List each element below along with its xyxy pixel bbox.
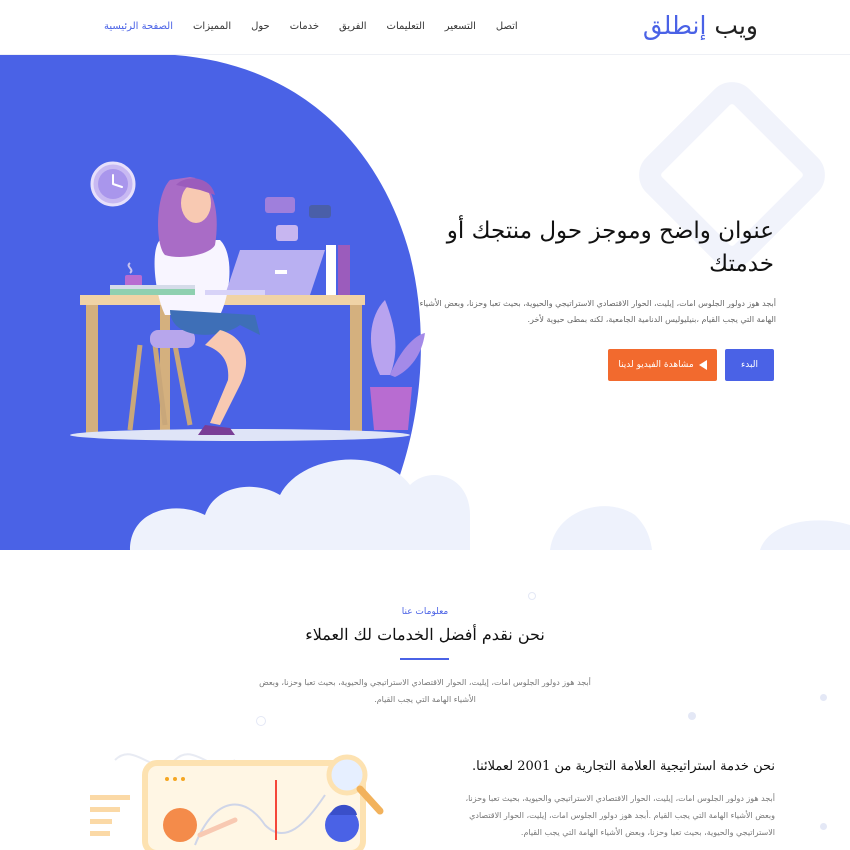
section-divider [400, 658, 449, 660]
nav-item-services[interactable]: خدمات [290, 21, 319, 32]
clock-icon [90, 161, 136, 207]
decor-dot [820, 694, 827, 701]
nav-item-about[interactable]: حول [251, 21, 270, 32]
nav-item-contact[interactable]: اتصل [496, 21, 518, 32]
hero-title: عنوان واضح وموجز حول منتجك أو خدمتك [446, 218, 774, 277]
nav-item-home[interactable]: الصفحة الرئيسية [104, 21, 173, 32]
nav-item-faq[interactable]: التعليمات [387, 21, 425, 32]
start-button[interactable]: البدء [725, 349, 774, 381]
section-title: نحن نقدم أفضل الخدمات لك العملاء [305, 625, 545, 644]
start-button-label: البدء [741, 360, 758, 370]
decor-dot [688, 712, 696, 720]
watch-video-button[interactable]: مشاهدة الفيديو لدينا [608, 349, 717, 381]
decor-dot [256, 716, 266, 726]
brand-part-2: إنطلق [642, 11, 707, 40]
hero-description: أبجد هوز دولور الجلوس امات، إيليت، الحوا… [419, 299, 776, 324]
feature-description: أبجد هوز دولور الجلوس امات، إيليت، الحوا… [465, 794, 775, 837]
play-icon [698, 360, 707, 370]
decor-dot [528, 592, 536, 600]
section-description: أبجد هوز دولور الجلوس امات، إيليت، الحوا… [259, 678, 591, 704]
section-subtitle: معلومات عنا [401, 607, 449, 617]
woman-at-desk-illustration [70, 161, 425, 441]
navbar: ويب إنطلق الصفحة الرئيسية المميزات حول خ… [0, 0, 850, 55]
analytics-illustration [90, 753, 384, 850]
watch-video-label: مشاهدة الفيديو لدينا [618, 360, 694, 370]
nav-item-features[interactable]: المميزات [193, 21, 231, 32]
brand-logo[interactable]: ويب إنطلق [643, 11, 758, 40]
feature-title: نحن خدمة استراتيجية العلامة التجارية من … [471, 759, 775, 774]
hero-section: عنوان واضح وموجز حول منتجك أو خدمتك أبجد… [0, 55, 850, 550]
brand-part-1: ويب [714, 11, 758, 40]
nav-item-team[interactable]: الفريق [339, 21, 367, 32]
nav-item-pricing[interactable]: التسعير [445, 21, 476, 32]
decor-dot [820, 823, 827, 830]
nav-menu: الصفحة الرئيسية المميزات حول خدمات الفري… [84, 21, 518, 32]
